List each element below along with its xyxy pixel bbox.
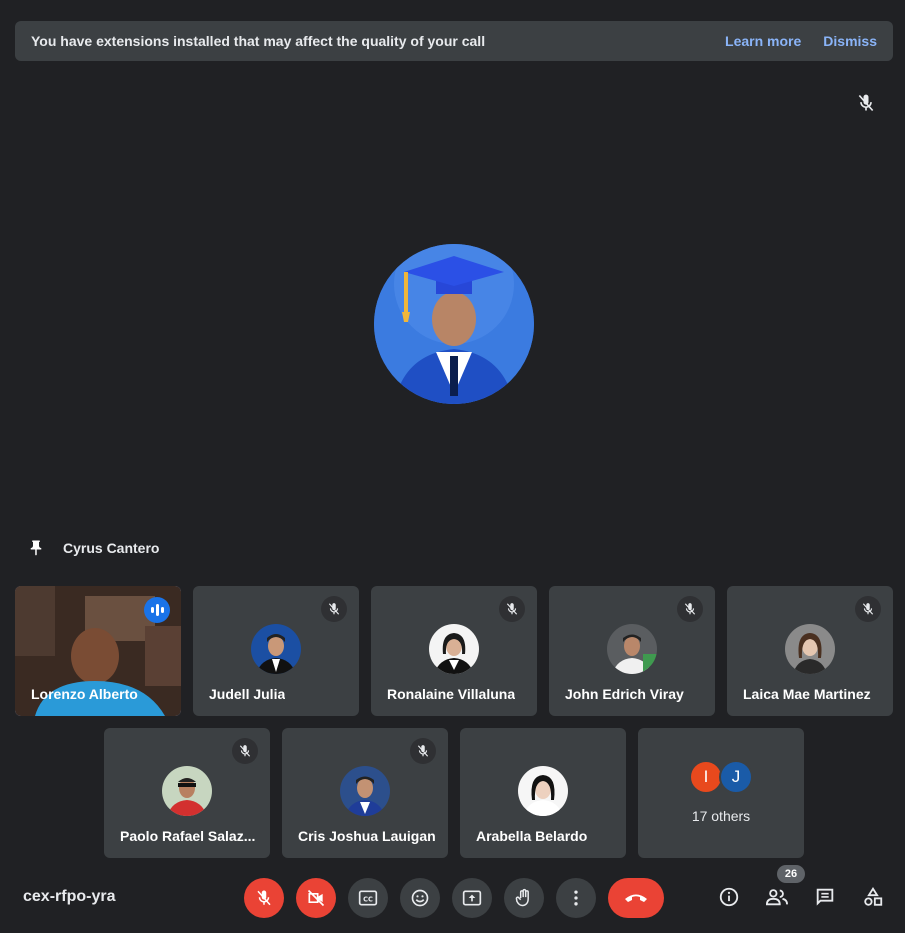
raise-hand-button[interactable] [504,878,544,918]
participant-avatar [251,624,301,674]
participant-tile[interactable]: Judell Julia [193,586,359,716]
learn-more-link[interactable]: Learn more [725,33,801,49]
pinned-participant-avatar [374,244,534,404]
participant-name: Cris Joshua Lauigan [298,828,436,844]
banner-message: You have extensions installed that may a… [31,33,486,49]
mic-off-icon [499,596,525,622]
mic-off-icon [410,738,436,764]
participant-initial-avatar: I [689,760,723,794]
svg-text:CC: CC [363,895,373,903]
meeting-code: cex-rfpo-yra [23,888,116,905]
call-end-icon [625,894,647,902]
info-icon [719,887,739,907]
participant-avatar [162,766,212,816]
mic-off-icon [677,596,703,622]
participant-avatar [518,766,568,816]
present-to-all-icon [462,890,482,906]
others-tile[interactable]: I J 17 others [638,728,804,858]
participant-tile[interactable]: Arabella Belardo [460,728,626,858]
participant-name: Paolo Rafael Salaz... [120,828,256,844]
activities-button[interactable] [860,884,886,910]
participant-tile[interactable]: Cris Joshua Lauigan [282,728,448,858]
extensions-warning-banner: You have extensions installed that may a… [15,21,893,61]
pinned-name: Cyrus Cantero [63,540,160,556]
present-screen-button[interactable] [452,878,492,918]
more-options-button[interactable] [556,878,596,918]
reactions-button[interactable] [400,878,440,918]
participant-initial-avatar: J [719,760,753,794]
speaking-indicator-icon [144,597,170,623]
participant-avatar [429,624,479,674]
people-icon [765,889,788,906]
call-controls-bar: cex-rfpo-yra CC 26 [0,865,905,933]
participant-tile[interactable]: Lorenzo Alberto [15,586,181,716]
more-vert-icon [574,890,578,906]
participant-name: John Edrich Viray [565,686,684,702]
participant-tile[interactable]: Ronalaine Villaluna [371,586,537,716]
others-count-label: 17 others [691,808,751,824]
mic-off-icon [257,890,271,906]
participant-name: Lorenzo Alberto [31,686,138,702]
participant-count-badge: 26 [777,865,805,883]
hand-icon [515,888,529,907]
videocam-off-icon [307,889,325,907]
people-button[interactable] [764,884,790,910]
participant-tile[interactable]: Paolo Rafael Salaz... [104,728,270,858]
chat-icon [816,888,834,906]
participant-tile[interactable]: John Edrich Viray [549,586,715,716]
leave-call-button[interactable] [608,878,664,918]
dismiss-button[interactable]: Dismiss [823,33,877,49]
microphone-toggle-button[interactable] [244,878,284,918]
closed-caption-icon: CC [358,890,378,906]
mic-off-icon [232,738,258,764]
emoji-icon [411,889,429,907]
meeting-details-button[interactable] [716,884,742,910]
mic-off-icon [856,93,876,113]
participant-name: Judell Julia [209,686,286,702]
pin-icon[interactable] [27,538,45,558]
participant-name: Ronalaine Villaluna [387,686,516,702]
mic-off-icon [321,596,347,622]
shapes-icon [864,887,883,906]
participant-avatar [607,624,657,674]
chat-button[interactable] [812,884,838,910]
camera-toggle-button[interactable] [296,878,336,918]
participant-name: Laica Mae Martinez [743,686,871,702]
participant-avatar [340,766,390,816]
participant-name: Arabella Belardo [476,828,588,844]
participant-avatar [785,624,835,674]
mic-off-icon [855,596,881,622]
pinned-participant-label: Cyrus Cantero [27,538,159,558]
captions-button[interactable]: CC [348,878,388,918]
participant-tile[interactable]: Laica Mae Martinez [727,586,893,716]
